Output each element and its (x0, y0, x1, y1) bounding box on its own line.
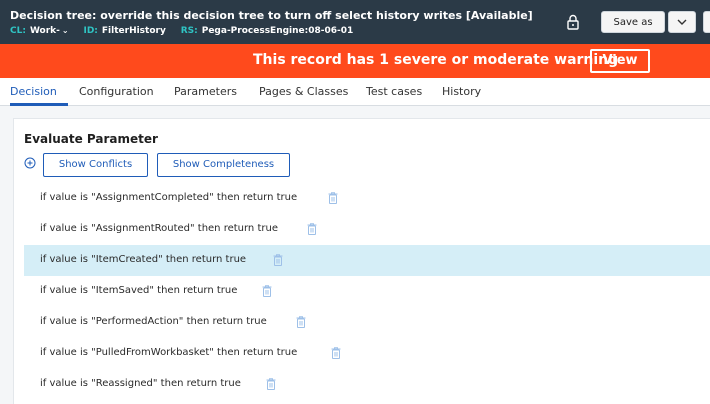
chevron-down-icon: ⌄ (61, 26, 69, 35)
tab-history[interactable]: History (442, 85, 481, 98)
delete-icon[interactable] (266, 378, 276, 390)
decision-row-selected[interactable]: if value is "ItemCreated" then return tr… (24, 245, 710, 276)
save-as-menu-button[interactable] (668, 11, 696, 33)
tab-pages-classes[interactable]: Pages & Classes (259, 85, 348, 98)
delete-icon[interactable] (328, 192, 338, 204)
tab-parameters[interactable]: Parameters (174, 85, 237, 98)
decision-row-text: if value is "ItemCreated" then return tr… (40, 254, 247, 265)
overflow-button[interactable] (703, 11, 710, 33)
delete-icon[interactable] (296, 316, 306, 328)
tab-test-cases[interactable]: Test cases (366, 85, 422, 98)
meta-id-value: FilterHistory (101, 26, 166, 36)
decision-row[interactable]: if value is "PerformedAction" then retur… (24, 307, 710, 338)
record-meta: CL: Work- ⌄ ID: FilterHistory RS: Pega-Proce… (10, 26, 365, 36)
view-warnings-button[interactable]: View (590, 49, 650, 73)
decision-row-text: if value is "Reassigned" then return tru… (40, 378, 241, 389)
add-circle-icon[interactable] (24, 157, 36, 169)
save-as-button[interactable]: Save as (601, 11, 665, 33)
tab-configuration[interactable]: Configuration (79, 85, 154, 98)
decision-row[interactable]: if value is "AssignmentCompleted" then r… (24, 183, 710, 214)
delete-icon[interactable] (307, 223, 317, 235)
meta-id-key: ID: (83, 26, 98, 36)
delete-icon[interactable] (273, 254, 283, 266)
decision-row-text: if value is "ItemSaved" then return true (40, 285, 238, 296)
meta-ruleset-key: RS: (180, 26, 198, 36)
chevron-down-icon (677, 19, 687, 25)
warning-message: This record has 1 severe or moderate war… (253, 52, 619, 68)
decision-row[interactable]: if value is "AssignmentRouted" then retu… (24, 214, 710, 245)
lock-icon[interactable] (566, 14, 580, 30)
meta-class-key: CL: (10, 26, 26, 36)
decision-row-text: if value is "PerformedAction" then retur… (40, 316, 267, 327)
section-title: Evaluate Parameter (24, 132, 158, 146)
show-conflicts-button[interactable]: Show Conflicts (43, 153, 148, 177)
record-header: Decision tree: override this decision tr… (0, 0, 710, 44)
decision-row-text: if value is "AssignmentRouted" then retu… (40, 223, 278, 234)
rule-tabs: Decision Configuration Parameters Pages … (0, 78, 710, 106)
decision-row[interactable]: if value is "ItemSaved" then return true (24, 276, 710, 307)
tab-decision[interactable]: Decision (10, 85, 57, 98)
decision-row-text: if value is "AssignmentCompleted" then r… (40, 192, 298, 203)
record-title: Decision tree: override this decision tr… (10, 9, 533, 22)
decision-row-text: if value is "PulledFromWorkbasket" then … (40, 347, 298, 358)
delete-icon[interactable] (331, 347, 341, 359)
meta-ruleset-value: Pega-ProcessEngine:08-06-01 (201, 26, 354, 36)
delete-icon[interactable] (262, 285, 272, 297)
warning-banner: This record has 1 severe or moderate war… (0, 44, 710, 78)
decision-row[interactable]: if value is "PulledFromWorkbasket" then … (24, 338, 710, 369)
meta-class-value[interactable]: Work- ⌄ (30, 26, 69, 36)
decision-row[interactable]: if value is "Reassigned" then return tru… (24, 369, 710, 400)
show-completeness-button[interactable]: Show Completeness (157, 153, 290, 177)
